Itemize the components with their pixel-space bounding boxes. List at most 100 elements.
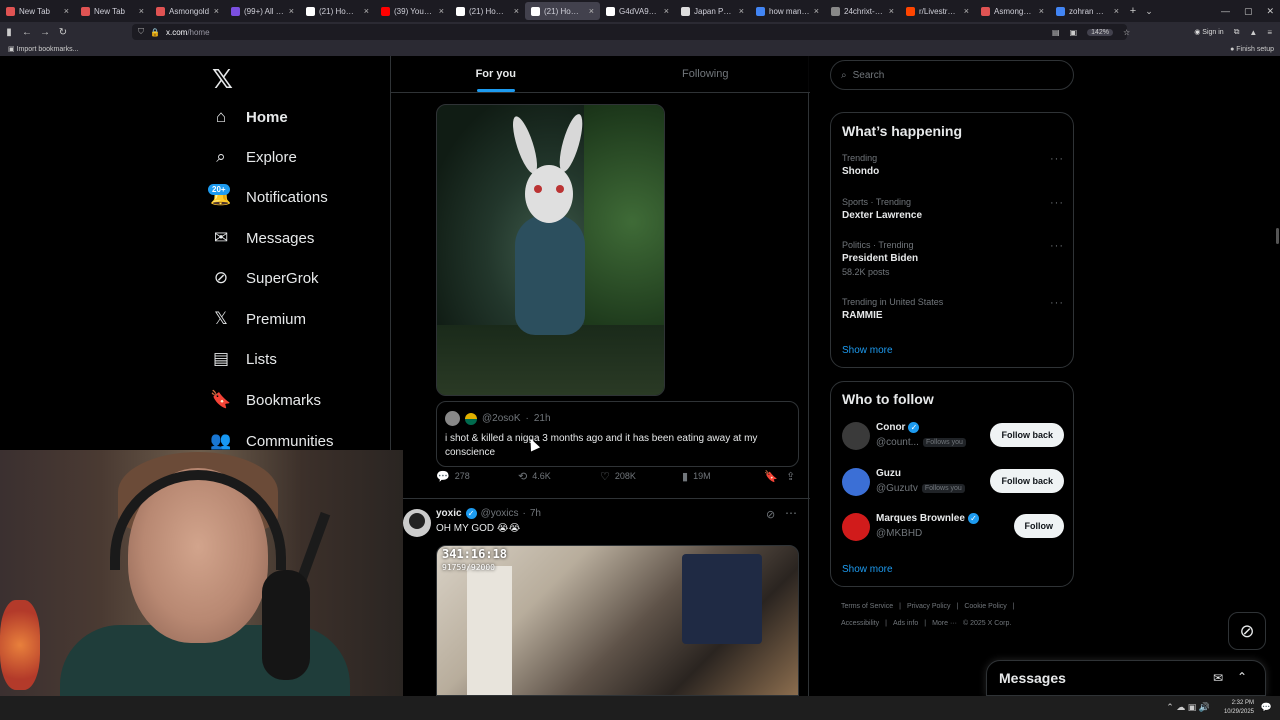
footer-link[interactable]: © 2025 X Corp. — [963, 620, 1011, 627]
views-button[interactable]: ▮ 19M — [682, 470, 711, 483]
browser-tab[interactable]: Asmongold laugl × — [975, 0, 1050, 22]
minimize-button[interactable]: — — [1221, 6, 1230, 16]
more-options-icon[interactable]: ··· — [1050, 240, 1064, 252]
browser-tab[interactable]: zohran mamdani × — [1050, 0, 1125, 22]
notification-center-icon[interactable]: 💬 — [1261, 702, 1272, 713]
back-icon[interactable]: ← — [18, 27, 36, 38]
post-time[interactable]: 7h — [530, 508, 541, 519]
browser-tab[interactable]: (99+) All Catego × — [225, 0, 300, 22]
trend-item[interactable]: Trending Shondo ··· — [842, 153, 1064, 177]
close-icon[interactable]: × — [964, 6, 969, 16]
nav-item-supergrok[interactable]: ⊘ SuperGrok — [212, 268, 319, 287]
nav-item-messages[interactable]: ✉ Messages — [212, 228, 315, 247]
close-icon[interactable]: × — [1114, 6, 1119, 16]
close-icon[interactable]: × — [1039, 6, 1044, 16]
extensions-icon[interactable]: ⧉ — [1234, 27, 1240, 37]
follow-button[interactable]: Follow — [1013, 514, 1064, 538]
trend-item[interactable]: Trending in United States RAMMIE ··· — [842, 297, 1064, 321]
follow-suggestion[interactable]: Marques Brownlee ✓ @MKBHD Follow — [842, 511, 1064, 545]
sidebar-toggle-icon[interactable]: ▮ — [0, 27, 18, 38]
like-button[interactable]: ♡ 208K — [600, 470, 636, 483]
close-icon[interactable]: × — [589, 6, 594, 16]
more-options-icon[interactable]: ··· — [1050, 297, 1064, 309]
browser-tab[interactable]: New Tab × — [75, 0, 150, 22]
footer-link[interactable]: Privacy Policy — [907, 603, 951, 610]
follow-suggestion[interactable]: Guzu @Guzutv Follows you Follow back — [842, 466, 1064, 500]
browser-tab[interactable]: G4dVA9XgAlhLi × — [600, 0, 675, 22]
close-icon[interactable]: × — [289, 6, 294, 16]
more-options-icon[interactable]: ··· — [1050, 153, 1064, 165]
nav-item-home[interactable]: ⌂ Home — [212, 107, 288, 126]
close-icon[interactable]: × — [889, 6, 894, 16]
close-icon[interactable]: × — [439, 6, 444, 16]
browser-tab[interactable]: Asmongold × — [150, 0, 225, 22]
menu-icon[interactable]: ≡ — [1267, 28, 1272, 37]
url-bar[interactable]: ⛉ 🔒 x.com/home — [132, 24, 1127, 40]
nav-item-communities[interactable]: 👥 Communities — [210, 431, 333, 450]
post-author-name[interactable]: yoxic — [436, 508, 462, 519]
import-bookmarks-link[interactable]: ▣ Import bookmarks... — [8, 45, 78, 53]
system-tray[interactable]: ⌃ ☁ ▣ 🔊 — [1166, 702, 1210, 713]
browser-tab[interactable]: r/LivestreamFail × — [900, 0, 975, 22]
nav-item-premium[interactable]: 𝕏 Premium — [212, 309, 306, 328]
nav-item-lists[interactable]: ▤ Lists — [212, 349, 277, 368]
follow-suggestion[interactable]: Conor ✓ @count... Follows you Follow back — [842, 420, 1064, 454]
screenshot-icon[interactable]: ▣ — [1070, 28, 1078, 37]
quoted-post[interactable]: @2osoK · 21h i shot & killed a nigga 3 m… — [436, 401, 799, 467]
footer-link[interactable]: Ads info — [893, 620, 918, 627]
grok-icon[interactable]: ⊘ — [766, 508, 775, 521]
show-more-link[interactable]: Show more — [842, 345, 893, 356]
follow-button[interactable]: Follow back — [990, 469, 1064, 493]
tab-list-button[interactable]: ⌄ — [1141, 6, 1157, 17]
new-tab-button[interactable]: + — [1125, 5, 1141, 17]
tab-following[interactable]: Following — [601, 56, 811, 92]
avatar[interactable] — [403, 509, 431, 537]
footer-link[interactable]: Cookie Policy — [964, 603, 1006, 610]
avatar[interactable] — [445, 411, 460, 426]
show-more-link[interactable]: Show more — [842, 564, 893, 575]
trend-item[interactable]: Sports · Trending Dexter Lawrence ··· — [842, 197, 1064, 221]
taskbar-clock[interactable]: 2:32 PM 10/29/2025 — [1224, 699, 1254, 717]
post-media-video[interactable]: 341:16:18 91759/92000 — [436, 545, 799, 696]
x-logo-icon[interactable]: 𝕏 — [212, 64, 233, 95]
close-icon[interactable]: × — [214, 6, 219, 16]
zoom-level[interactable]: 142% — [1087, 28, 1114, 36]
browser-tab[interactable]: (21) Home / X × — [525, 2, 600, 20]
close-icon[interactable]: × — [814, 6, 819, 16]
reply-button[interactable]: 💬 278 — [436, 470, 470, 483]
footer-link[interactable]: More ··· — [932, 620, 957, 627]
quoted-handle[interactable]: @2osoK — [482, 413, 521, 424]
avatar[interactable] — [842, 468, 870, 496]
browser-tab[interactable]: (21) Home / X × — [450, 0, 525, 22]
tab-for-you[interactable]: For you — [391, 56, 601, 92]
browser-tab[interactable]: how many peopl × — [750, 0, 825, 22]
forward-icon[interactable]: → — [36, 27, 54, 38]
reload-icon[interactable]: ↻ — [54, 27, 72, 38]
compose-message-icon[interactable]: ✉ — [1213, 671, 1223, 685]
close-icon[interactable]: × — [139, 6, 144, 16]
repost-button[interactable]: ⟲ 4.6K — [518, 470, 551, 483]
signin-button[interactable]: ◉ Sign in — [1194, 28, 1223, 36]
quoted-time[interactable]: 21h — [534, 413, 551, 424]
expand-icon[interactable]: ⌃ — [1237, 670, 1247, 684]
scrollbar[interactable] — [1276, 228, 1279, 244]
close-icon[interactable]: × — [514, 6, 519, 16]
footer-link[interactable]: Accessibility — [841, 620, 879, 627]
bookmark-star-icon[interactable]: ☆ — [1123, 28, 1130, 37]
follow-button[interactable]: Follow back — [990, 423, 1064, 447]
post-media-image[interactable] — [436, 104, 665, 396]
avatar[interactable] — [842, 422, 870, 450]
post-author-handle[interactable]: @yoxics — [481, 508, 519, 519]
grok-fab-button[interactable]: ⊘ — [1228, 612, 1266, 650]
browser-tab[interactable]: (21) Home / X × — [300, 0, 375, 22]
browser-tab[interactable]: Japan Patent Offi × — [675, 0, 750, 22]
finish-setup-link[interactable]: ● Finish setup — [1230, 46, 1274, 53]
avatar[interactable] — [842, 513, 870, 541]
maximize-button[interactable]: ▢ — [1244, 6, 1253, 17]
bookmark-button[interactable]: 🔖 — [764, 470, 778, 483]
close-icon[interactable]: × — [664, 6, 669, 16]
close-icon[interactable]: × — [364, 6, 369, 16]
close-window-button[interactable]: ✕ — [1266, 6, 1274, 17]
search-input[interactable]: ⌕ Search — [830, 60, 1074, 90]
messages-dock[interactable]: Messages ✉ ⌃ — [986, 660, 1266, 696]
